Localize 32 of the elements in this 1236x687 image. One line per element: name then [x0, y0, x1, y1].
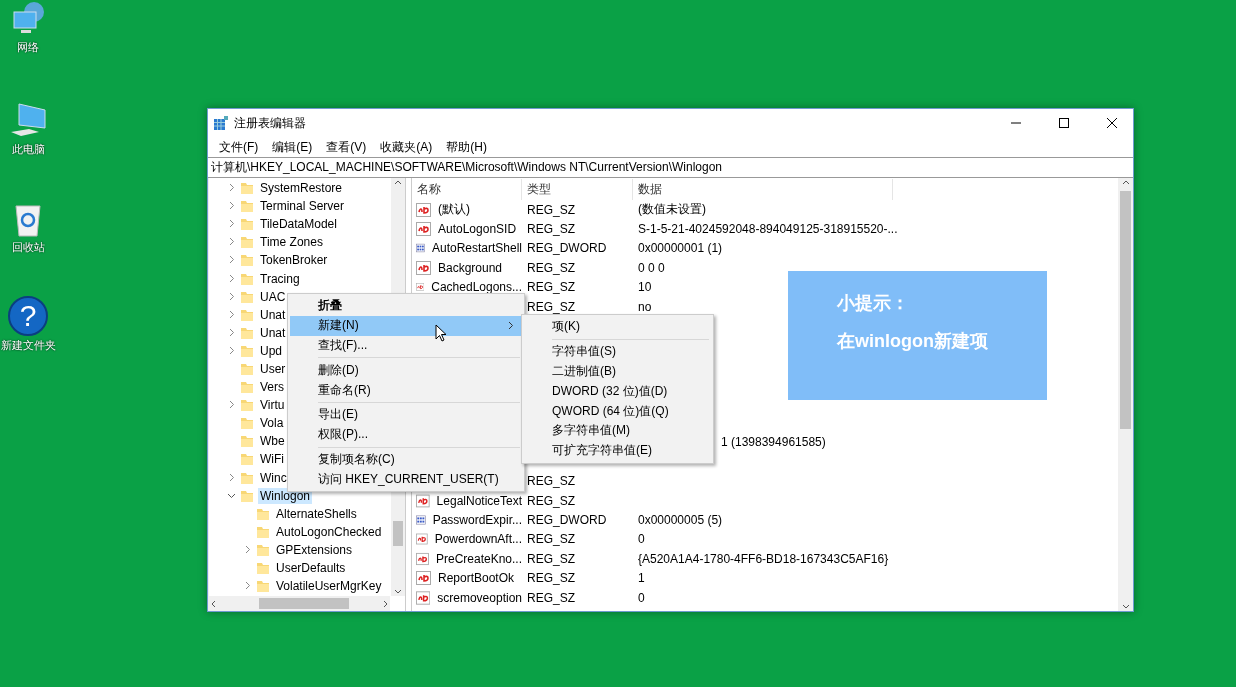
value-data: (数值未设置) — [637, 201, 706, 219]
value-data: 0 — [637, 590, 645, 605]
value-type: REG_SZ — [527, 532, 575, 547]
value-type: REG_SZ — [527, 571, 575, 586]
value-data: 0x00000001 (1) — [637, 241, 723, 256]
value-type: REG_DWORD — [527, 512, 607, 527]
value-data: 0x00000005 (5) — [637, 512, 723, 527]
value-type: REG_SZ — [527, 260, 575, 275]
desktop-icon-label: 新建文件夹 — [0, 338, 56, 353]
value-type: REG_SZ — [527, 551, 575, 566]
value-type: REG_SZ — [527, 590, 575, 605]
value-type: REG_SZ — [527, 202, 575, 217]
window-title: 注册表编辑器 — [234, 114, 307, 132]
value-data: S-1-5-21-4024592048-894049125-318915520-... — [637, 222, 898, 237]
value-data: no — [637, 299, 652, 314]
value-type: REG_DWORD — [527, 241, 607, 256]
tip-text: 在winlogon新建项 — [837, 330, 989, 353]
value-data: 0 — [637, 532, 645, 547]
desktop-icon-label: 此电脑 — [11, 142, 45, 157]
value-type: REG_SZ — [527, 299, 575, 314]
desktop-icon-label: 回收站 — [11, 240, 45, 255]
desktop-icon-label: 网络 — [17, 40, 39, 55]
value-type: REG_SZ — [527, 493, 575, 508]
tip-title: 小提示： — [837, 292, 910, 315]
value-data: 0 0 0 — [637, 260, 665, 275]
value-type: REG_SZ — [527, 222, 575, 237]
value-data: 1 — [637, 571, 645, 586]
value-type: REG_SZ — [527, 280, 575, 295]
value-data: {A520A1A4-1780-4FF6-BD18-167343C5AF16} — [637, 551, 889, 566]
value-data: 10 — [637, 280, 652, 295]
value-type: REG_SZ — [527, 474, 575, 489]
value-data: 1 (1398394961585) — [721, 435, 826, 450]
